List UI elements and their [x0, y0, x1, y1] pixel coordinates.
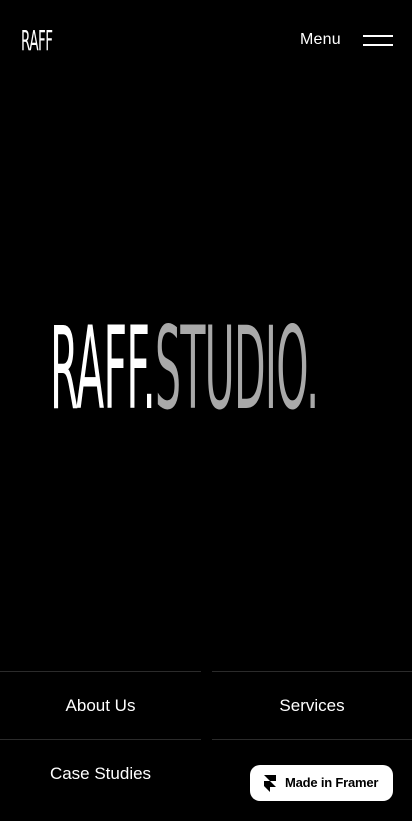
hero-title: RAFF.STUDIO.: [50, 310, 319, 428]
hero-title-primary: RAFF.: [50, 302, 156, 435]
nav-item-label: Services: [279, 695, 345, 715]
made-in-framer-badge[interactable]: Made in Framer: [250, 765, 393, 801]
nav-item-about-us[interactable]: About Us: [0, 671, 201, 739]
hamburger-icon: [363, 33, 393, 47]
nav-item-case-studies[interactable]: Case Studies: [0, 739, 201, 807]
logo[interactable]: RAFF: [21, 24, 53, 58]
hero-title-secondary: STUDIO.: [154, 302, 319, 435]
menu-button[interactable]: Menu: [292, 24, 402, 56]
menu-label: Menu: [300, 31, 341, 48]
made-in-framer-label: Made in Framer: [285, 775, 379, 790]
framer-logo-icon: [264, 775, 276, 792]
nav-item-label: About Us: [65, 695, 136, 715]
hero: RAFF.STUDIO.: [0, 300, 412, 440]
nav-item-label: Case Studies: [49, 763, 152, 783]
nav-item-services[interactable]: Services: [212, 671, 412, 739]
